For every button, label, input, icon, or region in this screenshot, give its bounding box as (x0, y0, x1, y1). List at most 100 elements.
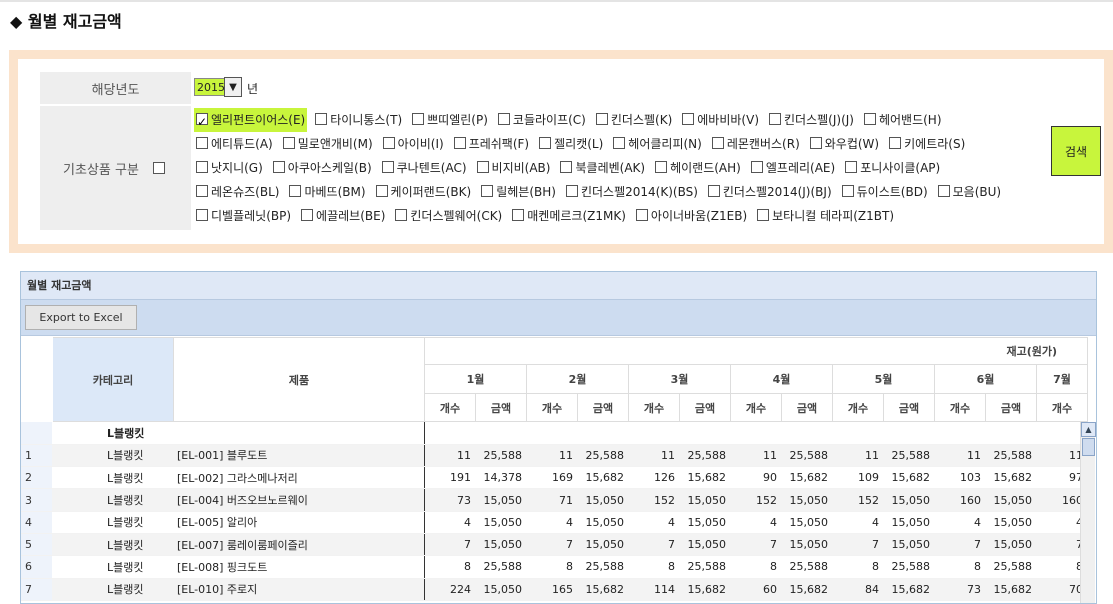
brand-checkbox[interactable] (613, 137, 626, 149)
table-row[interactable]: 4 L블랭킷 [EL-005] 알리아 4 15,050 4 15,050 4 15,050 4 1… (21, 511, 1087, 534)
brand-checkbox[interactable] (282, 137, 295, 149)
brand-option[interactable]: 아이비(I) (381, 132, 446, 156)
brand-checkbox[interactable] (497, 113, 510, 125)
brand-option[interactable]: 비지비(AB) (475, 156, 553, 180)
brand-checkbox[interactable] (711, 137, 724, 149)
brand-option[interactable]: 릴헤븐(BH) (479, 180, 558, 204)
chevron-down-icon[interactable]: ▼ (224, 77, 242, 97)
brand-checkbox[interactable] (272, 161, 285, 173)
brand-option[interactable]: 타이니통스(T) (313, 108, 404, 132)
brand-checkbox[interactable] (453, 137, 466, 149)
brand-checkbox[interactable] (769, 113, 781, 125)
brand-checkbox[interactable] (635, 209, 648, 221)
brand-checkbox[interactable] (375, 185, 388, 197)
filter-panel: 해당년도 2015 ▼ 년 기초상품 구분 엘리펀트이어스(E) 타이니통스(T)… (9, 50, 1113, 253)
brand-checkbox[interactable] (196, 110, 208, 134)
table-row[interactable]: 7 L블랭킷 [EL-010] 주로지 224 15,050 165 15,682 114 15… (21, 578, 1087, 601)
brand-option[interactable]: 킨더스펠2014(J)(BJ) (706, 180, 834, 204)
brand-checkbox[interactable] (512, 209, 525, 221)
brand-checkbox[interactable] (289, 185, 302, 197)
brand-option[interactable]: 레몬캔버스(R) (710, 132, 802, 156)
brand-checkbox[interactable] (595, 113, 608, 125)
brand-option[interactable]: 보타니컬 테라피(Z1BT) (755, 204, 896, 228)
brand-checkbox[interactable] (809, 137, 822, 149)
brand-checkbox[interactable] (682, 113, 695, 125)
brand-checkbox[interactable] (889, 137, 902, 149)
brand-option[interactable]: 매켄메르크(Z1MK) (510, 204, 628, 228)
brand-option[interactable]: 엘리펀트이어스(E) (194, 108, 308, 134)
brand-checkbox[interactable] (655, 161, 668, 173)
brand-option[interactable]: 레온슈즈(BL) (194, 180, 281, 204)
brand-checkbox[interactable] (412, 113, 425, 125)
brand-checkbox[interactable] (196, 137, 208, 149)
grid-vertical-scrollbar[interactable]: ▲ (1080, 422, 1096, 603)
brand-option[interactable]: 키에트라(S) (887, 132, 967, 156)
column-header-count: 개수 (424, 393, 476, 422)
scroll-thumb[interactable] (1082, 438, 1095, 456)
search-button[interactable]: 검색 (1051, 126, 1101, 176)
export-to-excel-button[interactable]: Export to Excel (25, 305, 137, 330)
brand-option[interactable]: 헤어클리피(N) (611, 132, 704, 156)
brand-option[interactable]: 모음(BU) (936, 180, 1003, 204)
brand-checkbox[interactable] (560, 161, 573, 173)
brand-option[interactable]: 에끌레브(BE) (299, 204, 387, 228)
brand-option[interactable]: 엘프레리(AE) (749, 156, 837, 180)
table-row[interactable]: 6 L블랭킷 [EL-008] 핑크도트 8 25,588 8 25,588 8 25,588 8… (21, 555, 1087, 579)
brand-option[interactable]: 킨더스펠(K) (594, 108, 674, 132)
brand-option[interactable]: 포니사이클(AP) (843, 156, 942, 180)
brand-option[interactable]: 헤어밴드(H) (862, 108, 944, 132)
brand-option[interactable]: 킨더스펠(J)(J) (767, 108, 856, 132)
brand-option[interactable]: 에티튜드(A) (194, 132, 275, 156)
brand-option[interactable]: 프레쉬팩(F) (452, 132, 531, 156)
amount-cell: 15,050 (679, 488, 730, 512)
column-header-product[interactable]: 제품 (173, 337, 425, 422)
table-row[interactable]: 2 L블랭킷 [EL-002] 그라스메나저리 191 14,378 169 15,682 1… (21, 466, 1087, 490)
brand-checkbox[interactable] (757, 209, 770, 221)
column-header-amount: 금액 (883, 393, 935, 422)
brand-checkbox[interactable] (476, 161, 489, 173)
table-row[interactable]: 3 L블랭킷 [EL-004] 버즈오브노르웨이 73 15,050 71 15,050 15… (21, 488, 1087, 512)
brand-option[interactable]: 킨더스펠2014(K)(BS) (564, 180, 700, 204)
brand-checkbox[interactable] (707, 185, 720, 197)
brand-checkbox[interactable] (937, 185, 950, 197)
brand-checkbox[interactable] (841, 185, 854, 197)
brand-checkbox[interactable] (565, 185, 578, 197)
year-select[interactable]: 2015 ▼ (194, 77, 244, 97)
brand-checkbox[interactable] (382, 137, 395, 149)
brand-option[interactable]: 와우컵(W) (808, 132, 881, 156)
brand-checkbox[interactable] (863, 113, 876, 125)
brand-option[interactable]: 듀이스트(BD) (840, 180, 930, 204)
brand-option[interactable]: 밀로앤개비(M) (281, 132, 375, 156)
brand-option[interactable]: 킨더스펠웨어(CK) (393, 204, 504, 228)
table-row[interactable]: 5 L블랭킷 [EL-007] 룸레이룸페이즐리 7 15,050 7 15,050 7 15,… (21, 533, 1087, 557)
brand-checkbox[interactable] (196, 209, 208, 221)
amount-cell: 15,050 (577, 511, 628, 534)
brand-option[interactable]: 낫지니(G) (194, 156, 265, 180)
scroll-up-icon[interactable]: ▲ (1081, 422, 1096, 437)
brand-checkbox[interactable] (481, 185, 494, 197)
brand-option[interactable]: 아쿠아스케일(B) (271, 156, 374, 180)
brand-option[interactable]: 쁘띠엘린(P) (410, 108, 490, 132)
brand-checkbox[interactable] (196, 185, 208, 197)
brand-checkbox[interactable] (196, 161, 208, 173)
brand-checkbox[interactable] (395, 209, 408, 221)
brand-checkbox[interactable] (539, 137, 552, 149)
brand-option[interactable]: 쿠나텐트(AC) (380, 156, 469, 180)
column-header-category[interactable]: 카테고리 (52, 337, 174, 422)
brand-checkbox[interactable] (845, 161, 858, 173)
category-all-checkbox[interactable] (152, 162, 165, 174)
brand-option[interactable]: 디벨플레닛(BP) (194, 204, 293, 228)
brand-option[interactable]: 헤이랜드(AH) (653, 156, 743, 180)
brand-checkbox[interactable] (301, 209, 314, 221)
brand-option[interactable]: 케이퍼랜드(BK) (374, 180, 474, 204)
brand-checkbox[interactable] (381, 161, 394, 173)
brand-option[interactable]: 아이너바움(Z1EB) (634, 204, 749, 228)
brand-option[interactable]: 젤리캣(L) (537, 132, 605, 156)
brand-checkbox[interactable] (750, 161, 763, 173)
brand-option[interactable]: 북클레벤(AK) (558, 156, 647, 180)
brand-option[interactable]: 에바비바(V) (680, 108, 761, 132)
brand-option[interactable]: 코들라이프(C) (496, 108, 588, 132)
table-row[interactable]: 1 L블랭킷 [EL-001] 블루도트 11 25,588 11 25,588 11 25,5… (21, 444, 1087, 468)
brand-option[interactable]: 마베뜨(BM) (287, 180, 367, 204)
brand-checkbox[interactable] (315, 113, 328, 125)
